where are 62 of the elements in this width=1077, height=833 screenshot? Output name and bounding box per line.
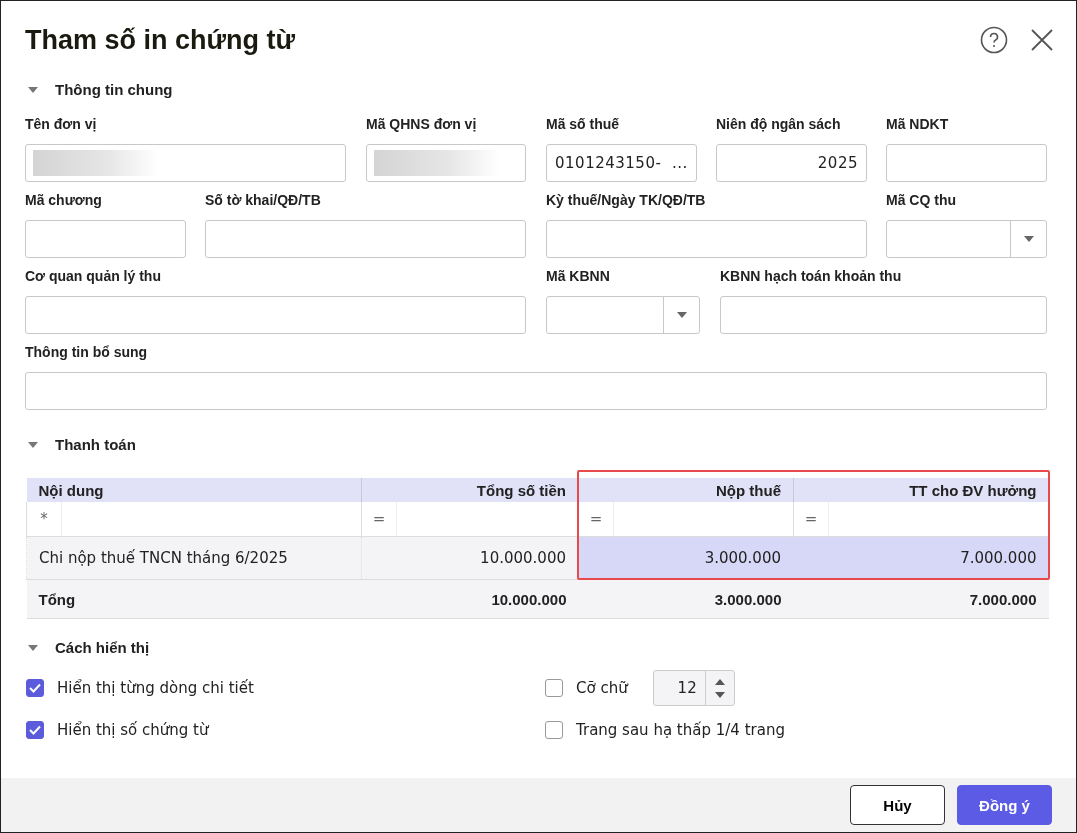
field-label: Thông tin bổ sung [25, 344, 149, 362]
table-cell: 10.000.000 [361, 536, 579, 580]
close-icon[interactable] [1030, 28, 1054, 52]
field-label: Mã KBNN [546, 268, 611, 286]
field-label: Mã số thuế [546, 116, 621, 134]
confirm-button[interactable]: Đồng ý [957, 785, 1052, 825]
total-cell: Tổng [26, 579, 362, 619]
checkbox-label: Cỡ chữ [576, 679, 628, 697]
input-field[interactable] [205, 220, 526, 258]
cancel-button[interactable]: Hủy [850, 785, 945, 825]
section-title: Thanh toán [55, 436, 136, 453]
number-spinner[interactable]: 12 [652, 670, 735, 706]
input-field[interactable] [366, 144, 526, 182]
checkbox[interactable] [545, 679, 563, 697]
dropdown-field[interactable] [546, 296, 700, 334]
total-cell: 7.000.000 [793, 579, 1049, 619]
input-field[interactable] [546, 220, 867, 258]
field-label: Tên đơn vị [25, 116, 98, 134]
field-label: Mã NDKT [886, 116, 950, 134]
input-field[interactable] [886, 144, 1047, 182]
field-label: Số tờ khai/QĐ/TB [205, 192, 322, 210]
column-header[interactable]: TT cho ĐV hưởng [793, 478, 1049, 502]
section-title: Thông tin chung [55, 81, 173, 98]
total-cell: 3.000.000 [578, 579, 794, 619]
dropdown-caret-icon [1023, 236, 1034, 242]
total-cell: 10.000.000 [361, 579, 579, 619]
field-label: Cơ quan quản lý thu [25, 268, 162, 286]
collapse-caret-icon[interactable] [28, 86, 38, 93]
section-title: Cách hiển thị [55, 639, 150, 656]
input-field[interactable] [25, 144, 346, 182]
table-cell: Chi nộp thuế TNCN tháng 6/2025 [26, 536, 362, 580]
input-field[interactable] [25, 296, 526, 334]
field-label: KBNN hạch toán khoản thu [720, 268, 903, 286]
checkbox[interactable] [26, 679, 44, 697]
table-cell: 3.000.000 [578, 536, 794, 580]
down-arrow-icon[interactable] [714, 691, 725, 698]
table-cell: 7.000.000 [793, 536, 1049, 580]
field-label: Kỳ thuế/Ngày TK/QĐ/TB [546, 192, 707, 210]
column-header[interactable]: Nộp thuế [578, 478, 794, 502]
checkbox-label: Hiển thị từng dòng chi tiết [57, 679, 254, 697]
dropdown-field[interactable] [886, 220, 1047, 258]
input-field[interactable]: 0101243150- ... [546, 144, 697, 182]
window-title: Tham số in chứng từ [25, 24, 296, 56]
column-header[interactable]: Tổng số tiền [361, 478, 579, 502]
column-header[interactable]: Nội dung [26, 478, 362, 502]
checkbox[interactable] [545, 721, 563, 739]
checkbox[interactable] [26, 721, 44, 739]
checkbox-label: Hiển thị số chứng từ [57, 721, 209, 739]
input-field[interactable] [720, 296, 1047, 334]
field-label: Mã CQ thu [886, 192, 957, 210]
collapse-caret-icon[interactable] [28, 441, 38, 448]
collapse-caret-icon[interactable] [28, 644, 38, 651]
checkbox-label: Trang sau hạ thấp 1/4 trang [576, 721, 785, 739]
input-field[interactable]: 2025 [716, 144, 867, 182]
help-icon[interactable] [980, 26, 1008, 54]
up-arrow-icon[interactable] [714, 678, 725, 685]
field-label: Mã chương [25, 192, 103, 210]
field-label: Mã QHNS đơn vị [366, 116, 478, 134]
input-field[interactable] [25, 220, 186, 258]
dropdown-caret-icon [676, 312, 687, 318]
input-field[interactable] [25, 372, 1047, 410]
field-label: Niên độ ngân sách [716, 116, 842, 134]
